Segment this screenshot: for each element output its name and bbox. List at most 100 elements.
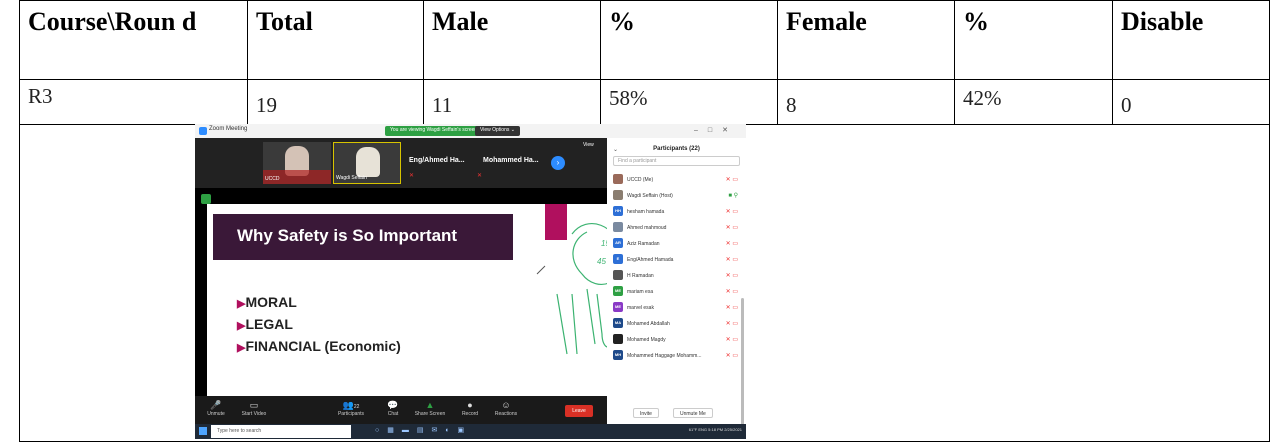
list-item[interactable]: ME mariam esa ✕ ▭ <box>611 284 742 300</box>
share-screen-button[interactable]: ▲ Share Screen <box>413 400 447 417</box>
system-tray[interactable]: 61°F ENG 5:18 PM 2/25/2021 <box>689 427 742 432</box>
participant-name: Ahmed mahmoud <box>627 225 667 231</box>
window-titlebar: Zoom Meeting You are viewing Wagdi Seffa… <box>195 124 746 138</box>
muted-icon: ✕ ▭ <box>725 273 738 279</box>
participant-name: mariam esa <box>627 289 654 295</box>
mic-icon: 🎤 <box>210 400 222 410</box>
panel-scrollbar[interactable] <box>741 298 744 428</box>
participant-name: marvel esak <box>627 305 654 311</box>
avatar: MH <box>613 350 623 360</box>
participant-name: UCCD (Me) <box>627 177 654 183</box>
reactions-button[interactable]: ☺ Reactions <box>491 400 521 417</box>
invite-button[interactable]: Invite <box>633 408 659 418</box>
muted-icon: ✕ ▭ <box>725 321 738 327</box>
list-item[interactable]: UCCD (Me) ✕ ▭ <box>611 172 742 188</box>
avatar: ME <box>613 286 623 296</box>
cell-female: 8 <box>777 79 955 125</box>
cell-male-percent: 58% <box>600 79 778 125</box>
leave-button[interactable]: Leave <box>565 405 593 417</box>
participant-name: Wagdi Seffain (Host) <box>627 193 673 199</box>
share-status-icon[interactable] <box>201 194 211 204</box>
list-item[interactable]: E Eng/Ahmed Hamada ✕ ▭ <box>611 252 742 268</box>
taskbar-app-icons[interactable]: ○▦▬▤✉◐▣ <box>375 426 472 434</box>
participant-name: Mohammed Haggage Mohamm... <box>627 353 702 359</box>
avatar <box>613 174 623 184</box>
header-male: Male <box>423 0 601 80</box>
record-button[interactable]: ● Record <box>457 400 483 417</box>
list-item[interactable]: Wagdi Seffain (Host) ■ ⚲ <box>611 188 742 204</box>
list-item[interactable]: H Ramadan ✕ ▭ <box>611 268 742 284</box>
unmute-button[interactable]: 🎤 Unmute <box>203 400 229 417</box>
header-female: Female <box>777 0 955 80</box>
chat-icon: 💬 <box>387 400 399 410</box>
strip-name: Eng/Ahmed Ha... <box>409 157 465 164</box>
windows-taskbar: Type here to search ○▦▬▤✉◐▣ 61°F ENG 5:1… <box>195 424 746 439</box>
participants-button[interactable]: 👥22 Participants <box>333 400 369 417</box>
muted-icon: ✕ ▭ <box>725 257 738 263</box>
participants-icon: 👥22 <box>342 400 360 410</box>
slide-bullet: ▶LEGAL <box>237 316 293 332</box>
thumbnail-label: Wagdi Seffain <box>336 175 367 181</box>
muted-icon: ✕ <box>477 173 483 179</box>
list-item[interactable]: Ahmed mahmoud ✕ ▭ <box>611 220 742 236</box>
muted-icon: ✕ <box>409 173 415 179</box>
header-male-percent: % <box>600 0 778 80</box>
avatar: HH <box>613 206 623 216</box>
participant-search-input[interactable]: Find a participant <box>613 156 740 166</box>
participant-name: Mohamed Abdallah <box>627 321 670 327</box>
next-page-icon[interactable]: › <box>551 156 565 170</box>
avatar <box>613 190 623 200</box>
participant-name: Mohamed Magdy <box>627 337 666 343</box>
panel-title: Participants (22) <box>653 146 700 152</box>
annotation-number: 45 <box>597 257 606 266</box>
slide-bullet: ▶FINANCIAL (Economic) <box>237 338 401 354</box>
avatar <box>613 222 623 232</box>
share-icon: ▲ <box>425 400 435 410</box>
reactions-icon: ☺ <box>501 400 511 410</box>
video-thumbnail[interactable]: UCCD <box>263 142 331 184</box>
zoom-logo-icon <box>199 127 207 135</box>
participant-name: hesham hamada <box>627 209 665 215</box>
list-item[interactable]: MA Mohamed Abdallah ✕ ▭ <box>611 316 742 332</box>
unmute-me-button[interactable]: Unmute Me <box>673 408 713 418</box>
list-item[interactable]: Mohamed Magdy ✕ ▭ <box>611 332 742 348</box>
table-row: R3 19 11 58% 8 42% 0 <box>19 79 1270 125</box>
list-item[interactable]: MH Mohammed Haggage Mohamm... ✕ ▭ <box>611 348 742 364</box>
participant-name: Aziz Ramadan <box>627 241 660 247</box>
header-disable: Disable <box>1112 0 1270 80</box>
participants-panel: ⌄ Participants (22) Find a participant U… <box>607 138 746 428</box>
video-thumbnail-strip: UCCD Wagdi Seffain Eng/Ahmed Ha... Moham… <box>195 138 607 188</box>
taskbar-search-input[interactable]: Type here to search <box>211 425 351 438</box>
list-item[interactable]: ME marvel esak ✕ ▭ <box>611 300 742 316</box>
participant-name: Eng/Ahmed Hamada <box>627 257 674 263</box>
avatar: E <box>613 254 623 264</box>
cell-course: R3 <box>19 79 248 125</box>
video-thumbnail[interactable]: Wagdi Seffain <box>333 142 401 184</box>
muted-icon: ✕ ▭ <box>725 209 738 215</box>
strip-name: Mohammed Ha... <box>483 157 539 164</box>
view-button[interactable]: View <box>583 142 594 148</box>
windows-start-icon[interactable] <box>199 427 207 435</box>
table-header-row: Course\Roun d Total Male % Female % Disa… <box>19 0 1270 80</box>
mic-icon: ■ ⚲ <box>728 193 738 199</box>
cell-disable: 0 <box>1112 79 1270 125</box>
view-options-button[interactable]: View Options ⌄ <box>475 126 520 136</box>
start-video-button[interactable]: ▭ Start Video <box>237 400 271 417</box>
avatar <box>613 334 623 344</box>
avatar <box>613 270 623 280</box>
cell-total: 19 <box>247 79 424 125</box>
slide-bullet: ▶MORAL <box>237 294 297 310</box>
window-controls[interactable]: –□✕ <box>694 126 738 134</box>
avatar: MA <box>613 318 623 328</box>
record-icon: ● <box>467 400 473 410</box>
avatar: AR <box>613 238 623 248</box>
participant-name: H Ramadan <box>627 273 654 279</box>
header-total: Total <box>247 0 424 80</box>
list-item[interactable]: AR Aziz Ramadan ✕ ▭ <box>611 236 742 252</box>
header-female-percent: % <box>954 0 1113 80</box>
chat-button[interactable]: 💬 Chat <box>381 400 405 417</box>
list-item[interactable]: HH hesham hamada ✕ ▭ <box>611 204 742 220</box>
avatar <box>356 147 380 177</box>
avatar: ME <box>613 302 623 312</box>
thumbnail-label: UCCD <box>265 176 280 182</box>
